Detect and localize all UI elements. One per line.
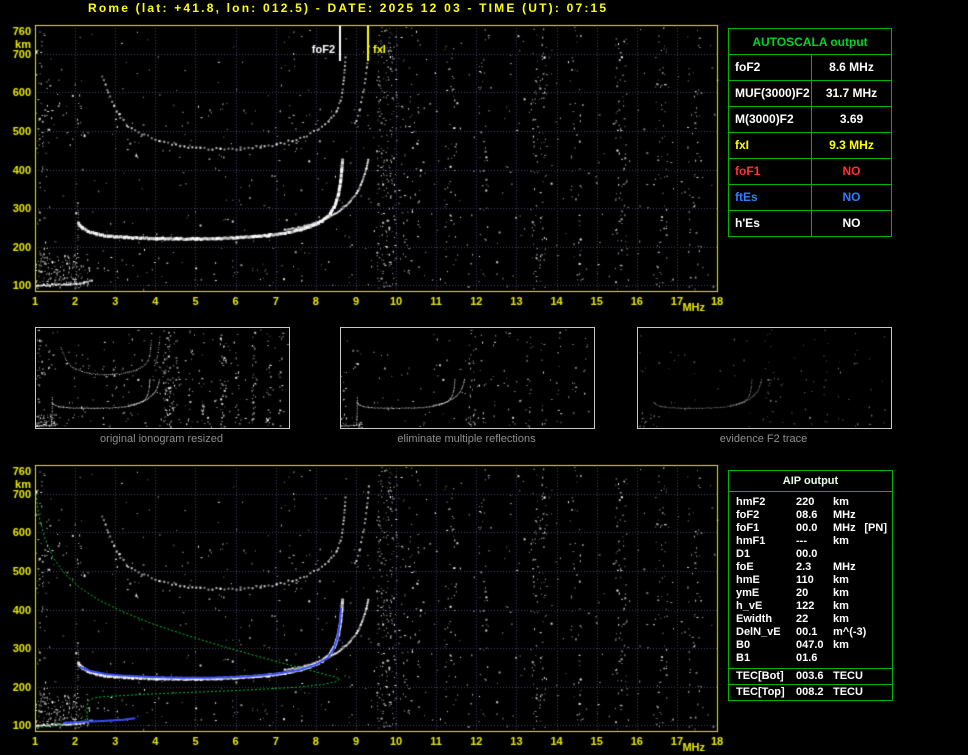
param-unit: km bbox=[833, 535, 849, 547]
param-value: 122 bbox=[796, 600, 815, 612]
param-value: NO bbox=[842, 164, 861, 178]
param-unit: km bbox=[833, 639, 849, 651]
param-value: 003.6 bbox=[796, 670, 824, 682]
page-title: Rome (lat: +41.8, lon: 012.5) - DATE: 20… bbox=[88, 1, 609, 15]
caption-original-ionogram: original ionogram resized bbox=[100, 433, 223, 445]
param-value: 08.6 bbox=[796, 509, 818, 521]
aip-row-foe: foE 2.3 MHz bbox=[736, 561, 889, 574]
param-value: --- bbox=[796, 535, 807, 547]
param-value: 110 bbox=[796, 574, 814, 586]
param-unit: km bbox=[833, 496, 849, 508]
thumbnail-original-ionogram bbox=[35, 327, 290, 429]
autoscala-row-fxi: fxI 9.3 MHz bbox=[729, 133, 891, 159]
param-label: M(3000)F2 bbox=[729, 107, 812, 132]
aip-table-title: AIP output bbox=[729, 471, 892, 492]
tec-row-tec-bot: TEC[Bot] 003.6 TECU bbox=[729, 668, 892, 684]
param-name: ymE bbox=[736, 587, 760, 599]
autoscala-row-muf-3000-f2: MUF(3000)F2 31.7 MHz bbox=[729, 81, 891, 107]
tec-row-tec-top: TEC[Top] 008.2 TECU bbox=[729, 684, 892, 700]
param-label: ftEs bbox=[729, 185, 812, 210]
param-value: 00.0 bbox=[796, 548, 818, 560]
autoscala-output-table: AUTOSCALA output foF2 8.6 MHz MUF(3000)F2 3… bbox=[728, 28, 892, 237]
tec-rows: TEC[Bot] 003.6 TECU TEC[Top] 008.2 TECU bbox=[729, 668, 892, 700]
param-name: hmE bbox=[736, 574, 760, 586]
param-name: B0 bbox=[736, 639, 751, 651]
aip-row-b0: B0 047.0 km bbox=[736, 639, 889, 652]
aip-row-h-ve: h_vE 122 km bbox=[736, 600, 889, 613]
aip-row-ewidth: Ewidth 22 km bbox=[736, 613, 889, 626]
param-unit: TECU bbox=[833, 670, 863, 682]
aip-row-d1: D1 00.0 bbox=[736, 548, 889, 561]
param-value: NO bbox=[842, 190, 861, 204]
param-name: B1 bbox=[736, 652, 751, 664]
param-name: foE bbox=[736, 561, 754, 573]
param-value: 9.3 MHz bbox=[829, 138, 874, 152]
param-value: 00.0 bbox=[796, 522, 818, 534]
param-value: 20 bbox=[796, 587, 809, 599]
aip-row-hmf1: hmF1 --- km bbox=[736, 535, 889, 548]
param-name: hmF1 bbox=[736, 535, 766, 547]
param-name: foF2 bbox=[736, 509, 760, 521]
param-value: 220 bbox=[796, 496, 815, 508]
param-name: h_vE bbox=[736, 600, 763, 612]
param-value: 008.2 bbox=[796, 686, 824, 698]
param-name: TEC[Bot] bbox=[736, 670, 784, 682]
param-name: Ewidth bbox=[736, 613, 773, 625]
thumbnail-eliminate-reflections bbox=[340, 327, 595, 429]
bottom-ionogram-plot bbox=[0, 458, 725, 755]
aip-row-fof1: foF1 00.0 MHz [PN] bbox=[736, 522, 889, 535]
param-unit: km bbox=[833, 600, 849, 612]
caption-evidence-f2-trace: evidence F2 trace bbox=[719, 433, 808, 445]
autoscala-row-fof2: foF2 8.6 MHz bbox=[729, 55, 891, 81]
param-name: DelN_vE bbox=[736, 626, 781, 638]
param-value: 2.3 bbox=[796, 561, 812, 573]
param-label: h'Es bbox=[729, 211, 812, 236]
autoscala-table-title: AUTOSCALA output bbox=[729, 29, 891, 55]
top-ionogram-plot bbox=[0, 18, 725, 318]
param-value: 31.7 MHz bbox=[825, 86, 878, 100]
param-unit: m^(-3) bbox=[833, 626, 867, 638]
param-flag: [PN] bbox=[864, 522, 887, 534]
autoscala-row-ftes: ftEs NO bbox=[729, 185, 891, 211]
caption-eliminate-reflections: eliminate multiple reflections bbox=[397, 433, 536, 445]
thumbnail-evidence-f2-trace bbox=[637, 327, 892, 429]
autoscala-screen: Rome (lat: +41.8, lon: 012.5) - DATE: 20… bbox=[0, 0, 968, 755]
param-unit: MHz bbox=[833, 522, 856, 534]
param-value: 22 bbox=[796, 613, 809, 625]
autoscala-row-m-3000-f2: M(3000)F2 3.69 bbox=[729, 107, 891, 133]
param-value: 01.6 bbox=[796, 652, 818, 664]
aip-row-hmf2: hmF2 220 km bbox=[736, 496, 889, 509]
param-value: 047.0 bbox=[796, 639, 824, 651]
aip-row-fof2: foF2 08.6 MHz bbox=[736, 509, 889, 522]
autoscala-table-rows: foF2 8.6 MHz MUF(3000)F2 31.7 MHz M(3000)F2 3… bbox=[729, 55, 891, 236]
param-name: TEC[Top] bbox=[736, 686, 785, 698]
aip-table-rows: hmF2 220 km foF2 08.6 MHz foF1 00.0 MHz [PN] hmF1 -… bbox=[729, 492, 892, 668]
param-unit: km bbox=[833, 613, 849, 625]
param-value: 3.69 bbox=[839, 112, 864, 126]
param-label: fxI bbox=[729, 133, 812, 158]
param-value: 00.1 bbox=[796, 626, 818, 638]
param-label: foF1 bbox=[729, 159, 812, 184]
param-unit: km bbox=[833, 587, 849, 599]
param-name: D1 bbox=[736, 548, 751, 560]
param-label: foF2 bbox=[729, 55, 812, 80]
autoscala-row-fof1: foF1 NO bbox=[729, 159, 891, 185]
aip-row-deln-ve: DelN_vE 00.1 m^(-3) bbox=[736, 626, 889, 639]
param-name: foF1 bbox=[736, 522, 760, 534]
aip-row-yme: ymE 20 km bbox=[736, 587, 889, 600]
aip-row-hme: hmE 110 km bbox=[736, 574, 889, 587]
aip-output-table: AIP output hmF2 220 km foF2 08.6 MHz foF1 00.0 M… bbox=[728, 470, 893, 701]
param-unit: km bbox=[833, 574, 849, 586]
param-value: NO bbox=[842, 216, 861, 230]
param-unit: MHz bbox=[833, 509, 856, 521]
param-unit: MHz bbox=[833, 561, 856, 573]
param-value: 8.6 MHz bbox=[829, 60, 874, 74]
autoscala-row-h-es: h'Es NO bbox=[729, 211, 891, 236]
aip-row-b1: B1 01.6 bbox=[736, 652, 889, 665]
param-label: MUF(3000)F2 bbox=[729, 81, 812, 106]
param-name: hmF2 bbox=[736, 496, 766, 508]
param-unit: TECU bbox=[833, 686, 863, 698]
